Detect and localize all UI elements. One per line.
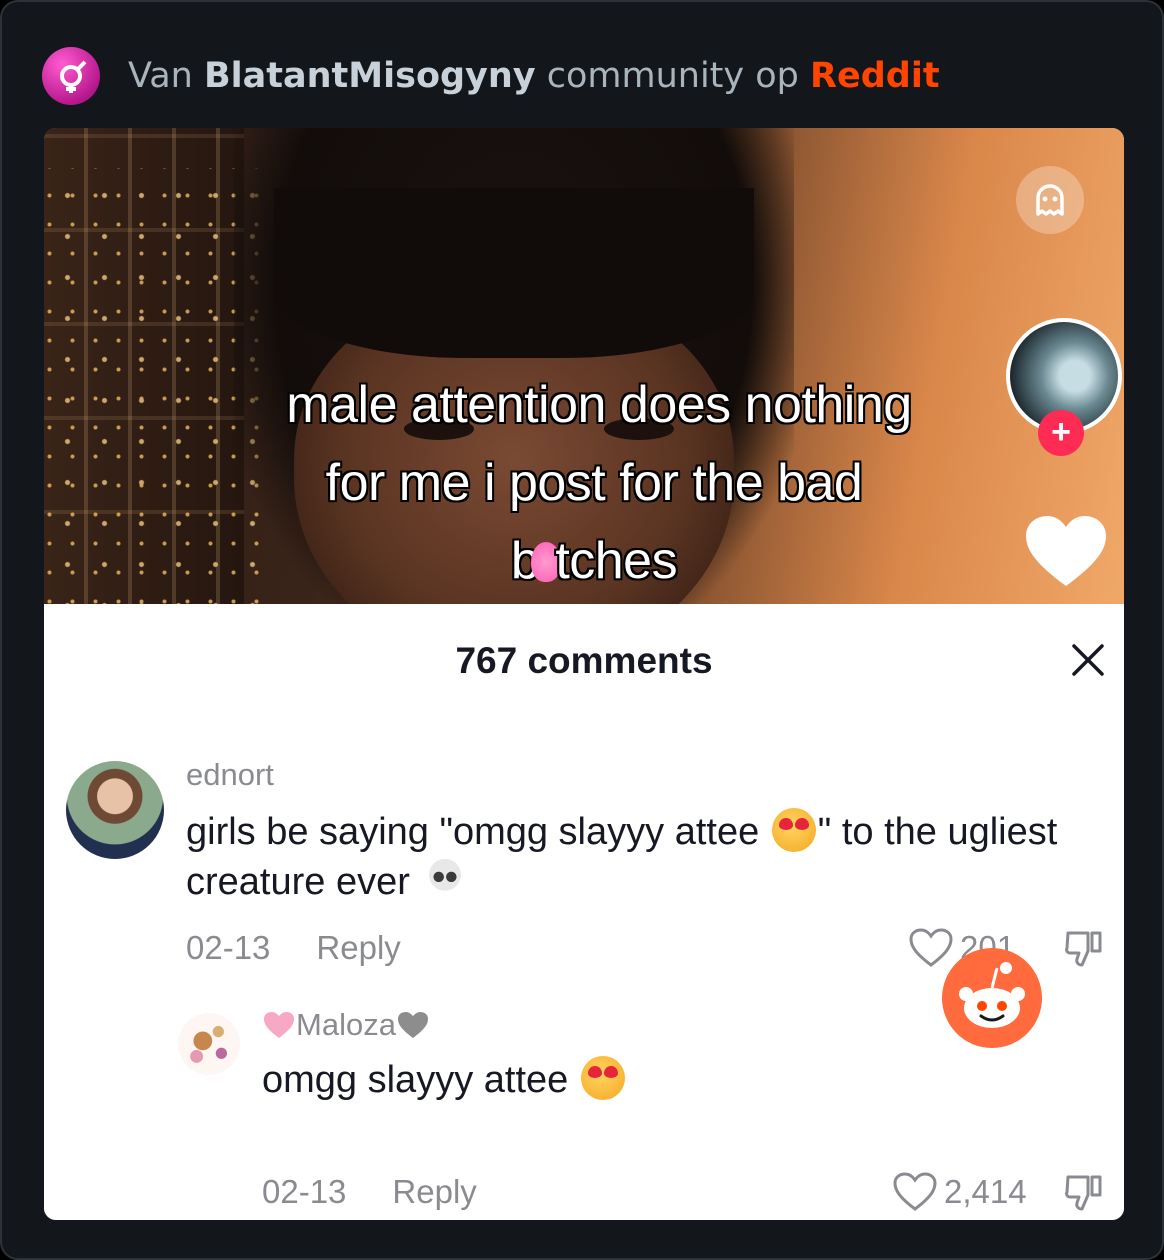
comment-username-text: Maloza (296, 1007, 396, 1042)
snoo-glyph-icon (959, 962, 1025, 1028)
caption-line-1: male attention does nothing (286, 376, 912, 434)
close-icon[interactable] (1070, 642, 1106, 678)
video-caption-overlay: male attention does nothing for me i pos… (44, 366, 1124, 600)
caption-line-3: b tches (44, 522, 1124, 600)
header-prefix: Van (128, 56, 193, 96)
post-media-card[interactable]: male attention does nothing for me i pos… (44, 128, 1124, 1220)
comment-like-button[interactable]: 2,414 (892, 1171, 1027, 1213)
outline-heart-icon (893, 1172, 937, 1211)
ghost-glyph-icon (1036, 184, 1064, 216)
heart-eyes-emoji-icon (580, 1056, 625, 1100)
comment-username[interactable]: Maloza (262, 1007, 430, 1043)
comment-meta: 02-13 Reply (262, 1173, 477, 1211)
comment-date: 02-13 (186, 929, 271, 966)
comment-item: ednort girls be saying "omgg slayyy atte… (44, 749, 1124, 979)
commenter-avatar[interactable] (178, 1013, 240, 1075)
embed-header: Van BlatantMisogyny community op Reddit (42, 47, 940, 105)
comments-sheet: 767 comments ednort girls be saying "omg… (44, 604, 1124, 1220)
caption-line-3-end: tches (555, 532, 678, 590)
gender-symbol-icon (60, 60, 87, 93)
dislike-icon[interactable] (1062, 1171, 1106, 1215)
reddit-snoo-icon[interactable] (942, 948, 1042, 1048)
reddit-link[interactable]: Reddit (810, 56, 940, 96)
comment-username[interactable]: ednort (186, 757, 274, 793)
comment-text: omgg slayyy attee (262, 1055, 1062, 1105)
dislike-icon[interactable] (1062, 927, 1106, 971)
comment-text-body: omgg slayyy attee (262, 1059, 579, 1101)
reddit-embed-frame: Van BlatantMisogyny community op Reddit … (0, 0, 1164, 1260)
comment-date: 02-13 (262, 1173, 347, 1210)
comment-like-count: 2,414 (944, 1173, 1027, 1210)
header-middle: community op (546, 56, 799, 96)
comments-count-title: 767 comments (455, 640, 713, 681)
grey-heart-icon (397, 1012, 428, 1038)
skull-emoji-icon (424, 858, 467, 900)
caption-line-2: for me i post for the bad (325, 454, 863, 512)
ghost-icon[interactable] (1016, 166, 1084, 234)
follow-plus-icon[interactable]: + (1038, 410, 1084, 456)
video-still: male attention does nothing for me i pos… (44, 128, 1124, 604)
like-heart-icon[interactable] (1026, 516, 1106, 588)
comment-text: girls be saying "omgg slayyy attee " to … (186, 807, 1116, 907)
subreddit-icon[interactable] (42, 47, 100, 105)
commenter-avatar[interactable] (66, 761, 164, 859)
heart-eyes-emoji-icon (771, 808, 816, 852)
comment-text-part-1: girls be saying "omgg slayyy attee (186, 811, 770, 853)
reply-button[interactable]: Reply (392, 1173, 476, 1211)
pink-heart-icon (264, 1012, 294, 1038)
bangs-shape (274, 188, 754, 358)
header-text: Van BlatantMisogyny community op Reddit (128, 56, 940, 96)
community-name-link[interactable]: BlatantMisogyny (204, 56, 536, 96)
reply-button[interactable]: Reply (316, 929, 400, 967)
comment-meta: 02-13 Reply (186, 929, 401, 967)
